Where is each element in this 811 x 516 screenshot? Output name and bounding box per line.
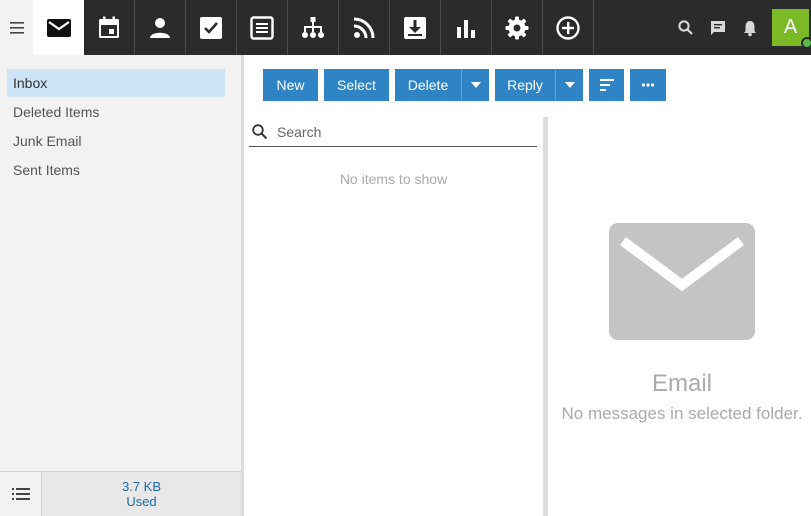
empty-reading-title: Email [651, 370, 712, 397]
folder-label: Junk Email [13, 133, 82, 149]
empty-reading-subtitle: No messages in selected folder. [561, 404, 803, 423]
folder-deleted-items[interactable]: Deleted Items [7, 98, 225, 126]
list-icon [11, 488, 30, 500]
tab-calendar[interactable] [84, 0, 135, 55]
storage-usage-size: 3.7 KB [121, 479, 162, 494]
presence-indicator [801, 37, 811, 49]
reply-button[interactable]: Reply [495, 69, 555, 101]
app-switcher [33, 0, 594, 55]
rss-icon [353, 17, 375, 38]
folder-label: Deleted Items [13, 104, 100, 120]
new-button[interactable]: New [263, 69, 318, 101]
sort-button[interactable] [589, 69, 624, 101]
caret-down-icon [564, 82, 575, 88]
bar-chart-icon [457, 19, 475, 38]
user-avatar[interactable]: A [772, 9, 811, 49]
avatar-letter: A [783, 16, 798, 38]
tab-settings[interactable] [492, 0, 543, 55]
tab-contacts[interactable] [135, 0, 186, 55]
folder-sent-items[interactable]: Sent Items [7, 156, 225, 184]
hamburger-menu-button[interactable] [0, 0, 33, 55]
tab-feeds[interactable] [339, 0, 390, 55]
org-chart-icon [302, 16, 324, 38]
folder-inbox[interactable]: Inbox [7, 69, 225, 97]
search-icon [678, 19, 693, 35]
tab-files[interactable] [390, 0, 441, 55]
tab-mail[interactable] [33, 0, 84, 55]
delete-split-button: Delete [395, 69, 489, 101]
storage-usage: 3.7 KB Used [42, 472, 241, 516]
checkbox-icon [200, 16, 222, 39]
empty-list-message: No items to show [339, 171, 448, 187]
mail-illustration-icon [609, 223, 755, 340]
search-icon [252, 123, 268, 139]
top-app-bar: A [0, 0, 811, 55]
tab-notes[interactable] [237, 0, 288, 55]
reply-split-button: Reply [495, 69, 583, 101]
storage-usage-label: Used [126, 494, 157, 509]
delete-options-button[interactable] [461, 69, 489, 101]
folder-junk-email[interactable]: Junk Email [7, 127, 225, 155]
folder-label: Sent Items [13, 162, 80, 178]
folder-sidebar: Inbox Deleted Items Junk Email Sent Item… [0, 55, 241, 516]
delete-button[interactable]: Delete [395, 69, 461, 101]
reading-pane: Email No messages in selected folder. [548, 117, 811, 516]
folder-label: Inbox [13, 75, 48, 91]
download-box-icon [404, 16, 426, 39]
sort-icon [599, 79, 614, 91]
tab-organization[interactable] [288, 0, 339, 55]
bell-icon [744, 20, 756, 36]
tab-tasks[interactable] [186, 0, 237, 55]
mail-icon [46, 18, 71, 37]
person-icon [150, 17, 170, 38]
hamburger-icon [9, 21, 24, 34]
more-options-button[interactable] [630, 69, 666, 101]
sidebar-footer: 3.7 KB Used [0, 471, 241, 516]
message-list-pane: No items to show [244, 117, 543, 516]
notes-icon [250, 15, 274, 40]
global-search-button[interactable] [670, 0, 702, 55]
notifications-button[interactable] [734, 0, 766, 55]
reply-options-button[interactable] [555, 69, 583, 101]
folder-list-toggle-button[interactable] [0, 472, 42, 516]
tab-reports[interactable] [441, 0, 492, 55]
top-right-actions: A [670, 0, 811, 55]
gear-icon [505, 16, 529, 39]
search-input[interactable] [277, 123, 527, 140]
message-search [249, 117, 537, 147]
plus-circle-icon [556, 15, 580, 40]
select-button[interactable]: Select [324, 69, 389, 101]
chat-button[interactable] [702, 0, 734, 55]
caret-down-icon [470, 82, 481, 88]
calendar-icon [99, 16, 119, 38]
chat-icon [711, 20, 725, 35]
tab-add-app[interactable] [543, 0, 594, 55]
more-dots-icon [641, 83, 655, 87]
mail-toolbar: New Select Delete Reply [263, 69, 666, 101]
